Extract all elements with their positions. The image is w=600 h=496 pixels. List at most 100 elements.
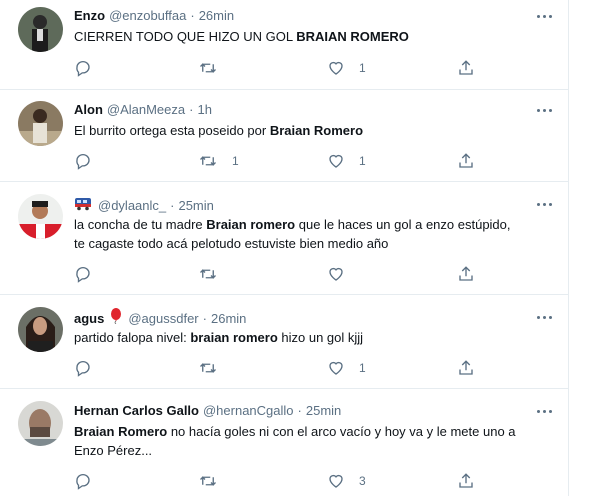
- tweet-actions: 1 1: [74, 151, 484, 171]
- tweet-actions: 3: [74, 471, 484, 491]
- tweet-feed: Enzo @enzobuffaa · 26min CIERREN TODO QU…: [0, 0, 569, 496]
- separator-dot: ·: [297, 403, 302, 418]
- reply-button[interactable]: [74, 151, 92, 171]
- train-emoji-icon: [74, 195, 92, 216]
- user-handle[interactable]: @agussdfer: [128, 310, 198, 328]
- user-handle[interactable]: @hernanCgallo: [203, 402, 294, 420]
- tweet[interactable]: Hernan Carlos Gallo @hernanCgallo · 25mi…: [0, 389, 569, 496]
- tweet-text-part: no hacía goles ni con el arco vacío y ho…: [167, 424, 516, 439]
- tweet[interactable]: @dylaanlc_ · 25min la concha de tu madre…: [0, 182, 569, 295]
- tweet-header: Hernan Carlos Gallo @hernanCgallo · 25mi…: [74, 402, 341, 420]
- tweet-header: agus @agussdfer · 26min: [74, 308, 246, 329]
- like-button[interactable]: 1: [327, 58, 366, 78]
- retweet-button[interactable]: 1: [198, 151, 239, 171]
- share-icon: [457, 152, 475, 170]
- highlighted-term: Braian Romero: [269, 123, 364, 138]
- retweet-button[interactable]: [198, 471, 232, 491]
- tweet-text-part: partido falopa nivel:: [74, 330, 191, 345]
- tweet[interactable]: agus @agussdfer · 26min partido falopa n…: [0, 295, 569, 389]
- like-count: 3: [359, 474, 366, 488]
- tweet-text: El burrito ortega esta poseido por Braia…: [74, 121, 559, 140]
- timestamp[interactable]: 25min: [306, 402, 341, 420]
- reply-icon: [74, 359, 92, 377]
- share-icon: [457, 472, 475, 490]
- user-handle[interactable]: @AlanMeeza: [107, 101, 185, 119]
- more-options-icon[interactable]: [533, 197, 555, 211]
- avatar[interactable]: [18, 101, 63, 146]
- heart-icon: [327, 59, 345, 77]
- timestamp[interactable]: 1h: [197, 101, 211, 119]
- reply-button[interactable]: [74, 358, 92, 378]
- share-button[interactable]: [457, 471, 475, 491]
- share-button[interactable]: [457, 358, 475, 378]
- tweet-header: Alon @AlanMeeza · 1h: [74, 101, 212, 119]
- tweet-text-part: CIERREN TODO QUE HIZO UN GOL: [74, 29, 297, 44]
- separator-dot: ·: [189, 102, 194, 117]
- more-options-icon[interactable]: [533, 310, 555, 324]
- tweet-text: CIERREN TODO QUE HIZO UN GOL BRAIAN ROME…: [74, 27, 559, 46]
- like-count: 1: [359, 61, 366, 75]
- highlighted-term: Braian romero: [206, 217, 296, 232]
- retweet-button[interactable]: [198, 58, 232, 78]
- tweet[interactable]: Alon @AlanMeeza · 1h El burrito ortega e…: [0, 90, 569, 182]
- timestamp[interactable]: 25min: [178, 197, 213, 215]
- share-button[interactable]: [457, 264, 475, 284]
- avatar[interactable]: [18, 401, 63, 446]
- more-options-icon[interactable]: [533, 9, 555, 23]
- display-name[interactable]: Enzo: [74, 7, 105, 25]
- display-name[interactable]: Alon: [74, 101, 103, 119]
- tweet[interactable]: Enzo @enzobuffaa · 26min CIERREN TODO QU…: [0, 0, 569, 90]
- tweet-text: partido falopa nivel: braian romero hizo…: [74, 328, 559, 347]
- reply-button[interactable]: [74, 264, 92, 284]
- highlighted-term: Braian Romero: [74, 424, 168, 439]
- avatar[interactable]: [18, 194, 63, 239]
- share-button[interactable]: [457, 151, 475, 171]
- heart-icon: [327, 265, 345, 283]
- tweet-header: @dylaanlc_ · 25min: [74, 195, 214, 216]
- heart-icon: [327, 359, 345, 377]
- share-icon: [457, 59, 475, 77]
- timestamp[interactable]: 26min: [211, 310, 246, 328]
- retweet-button[interactable]: [198, 264, 232, 284]
- user-handle[interactable]: @enzobuffaa: [109, 7, 186, 25]
- heart-icon: [327, 152, 345, 170]
- tweet-actions: 1: [74, 58, 484, 78]
- like-button[interactable]: 1: [327, 358, 366, 378]
- reply-button[interactable]: [74, 58, 92, 78]
- heart-icon: [327, 472, 345, 490]
- tweet-text: Braian Romero no hacía goles ni con el a…: [74, 422, 559, 460]
- tweet-actions: [74, 264, 484, 284]
- tweet-text-part: hizo un gol kjjj: [277, 330, 364, 345]
- reply-icon: [74, 152, 92, 170]
- balloon-emoji-icon: [110, 308, 122, 329]
- share-icon: [457, 265, 475, 283]
- retweet-icon: [198, 59, 218, 77]
- highlighted-term: braian romero: [190, 330, 278, 345]
- like-button[interactable]: 1: [327, 151, 366, 171]
- display-name[interactable]: Hernan Carlos Gallo: [74, 402, 199, 420]
- retweet-icon: [198, 472, 218, 490]
- retweet-icon: [198, 152, 218, 170]
- timestamp[interactable]: 26min: [199, 7, 234, 25]
- like-count: 1: [359, 361, 366, 375]
- like-button[interactable]: 3: [327, 471, 366, 491]
- retweet-button[interactable]: [198, 358, 232, 378]
- avatar[interactable]: [18, 307, 63, 352]
- tweet-text-line: te cagaste todo acá pelotudo estuviste b…: [74, 236, 389, 251]
- tweet-text-part: El burrito ortega esta poseido por: [74, 123, 270, 138]
- like-button[interactable]: [327, 264, 359, 284]
- like-count: 1: [359, 154, 366, 168]
- reply-icon: [74, 472, 92, 490]
- reply-icon: [74, 59, 92, 77]
- separator-dot: ·: [202, 310, 207, 326]
- display-name[interactable]: agus: [74, 310, 104, 328]
- more-options-icon[interactable]: [533, 103, 555, 117]
- reply-button[interactable]: [74, 471, 92, 491]
- share-button[interactable]: [457, 58, 475, 78]
- highlighted-term: BRAIAN ROMERO: [296, 29, 409, 44]
- separator-dot: ·: [170, 197, 175, 213]
- retweet-icon: [198, 265, 218, 283]
- user-handle[interactable]: @dylaanlc_: [98, 197, 166, 215]
- more-options-icon[interactable]: [533, 404, 555, 418]
- avatar[interactable]: [18, 7, 63, 52]
